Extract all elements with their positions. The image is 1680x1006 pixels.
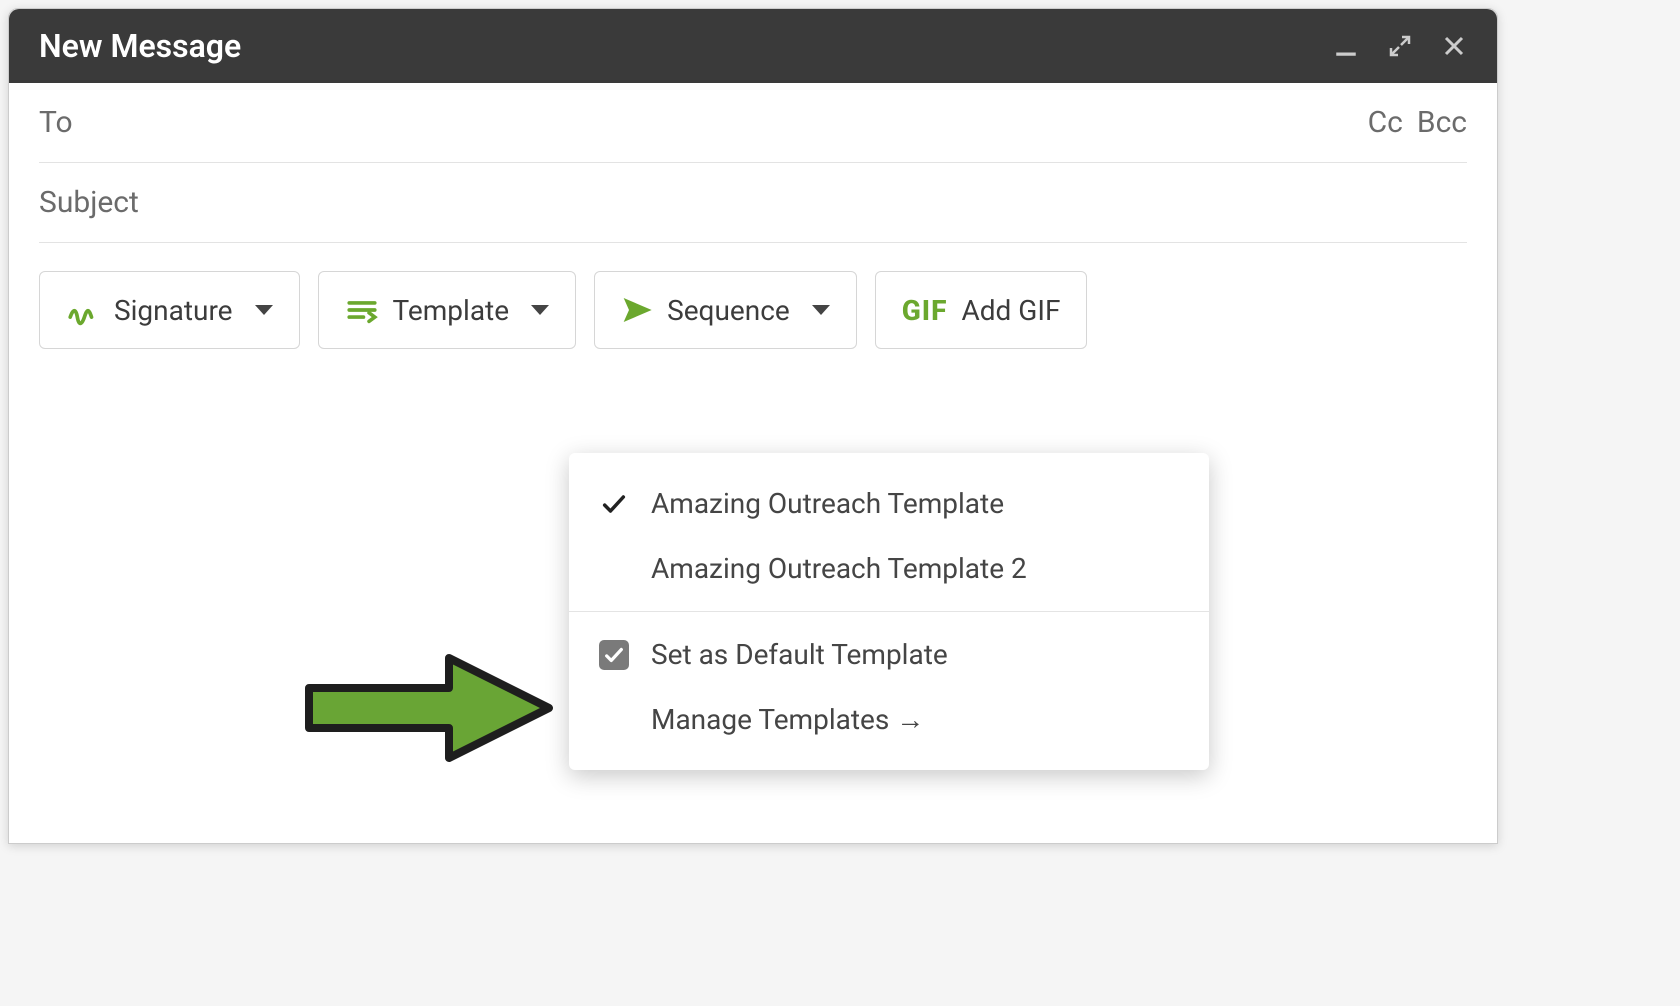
- minimize-icon[interactable]: [1333, 33, 1359, 59]
- manage-templates-option[interactable]: Manage Templates →: [569, 687, 1209, 752]
- compose-body: To Cc Bcc Subject Signature: [9, 83, 1497, 843]
- add-gif-label: Add GIF: [961, 294, 1060, 327]
- cc-button[interactable]: Cc: [1368, 105, 1403, 140]
- bcc-button[interactable]: Bcc: [1417, 105, 1467, 140]
- sequence-label: Sequence: [667, 294, 790, 327]
- compose-window: New Message To Cc Bcc: [8, 8, 1498, 844]
- chevron-down-icon: [812, 305, 830, 315]
- dropdown-divider: [569, 611, 1209, 612]
- title-bar: New Message: [9, 9, 1497, 83]
- template-option[interactable]: Amazing Outreach Template: [569, 471, 1209, 536]
- set-default-label: Set as Default Template: [651, 638, 948, 671]
- checkbox-checked-icon: [597, 640, 631, 670]
- subject-label: Subject: [39, 185, 139, 220]
- cc-bcc-group: Cc Bcc: [1368, 105, 1467, 140]
- set-default-template-option[interactable]: Set as Default Template: [569, 622, 1209, 687]
- annotation-arrow-icon: [299, 643, 559, 773]
- chevron-down-icon: [531, 305, 549, 315]
- check-icon: [597, 490, 631, 518]
- title-bar-actions: [1333, 33, 1467, 59]
- to-field-row[interactable]: To Cc Bcc: [39, 83, 1467, 163]
- template-dropdown: Amazing Outreach Template Amazing Outrea…: [569, 453, 1209, 770]
- chevron-down-icon: [255, 305, 273, 315]
- template-label: Template: [393, 294, 510, 327]
- window-title: New Message: [39, 27, 241, 65]
- to-label: To: [39, 105, 73, 140]
- manage-templates-label: Manage Templates →: [651, 703, 924, 736]
- signature-icon: [66, 293, 100, 327]
- template-button[interactable]: Template: [318, 271, 577, 349]
- sequence-icon: [621, 294, 653, 326]
- add-gif-button[interactable]: GIF Add GIF: [875, 271, 1088, 349]
- close-icon[interactable]: [1441, 33, 1467, 59]
- sequence-button[interactable]: Sequence: [594, 271, 857, 349]
- expand-icon[interactable]: [1387, 33, 1413, 59]
- gif-icon: GIF: [902, 294, 948, 327]
- signature-label: Signature: [114, 294, 233, 327]
- template-icon: [345, 293, 379, 327]
- signature-button[interactable]: Signature: [39, 271, 300, 349]
- template-option-label: Amazing Outreach Template: [651, 487, 1004, 520]
- compose-toolbar: Signature Template: [39, 243, 1467, 349]
- template-option[interactable]: Amazing Outreach Template 2: [569, 536, 1209, 601]
- template-option-label: Amazing Outreach Template 2: [651, 552, 1027, 585]
- subject-field-row[interactable]: Subject: [39, 163, 1467, 243]
